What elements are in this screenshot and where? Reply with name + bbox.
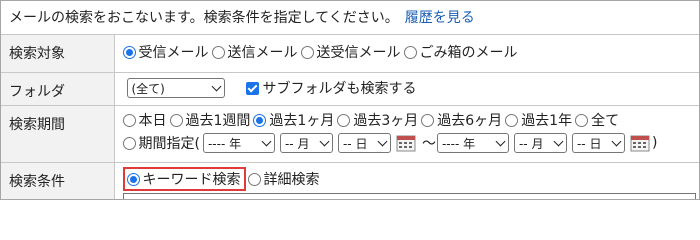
chevron-down-icon — [377, 136, 388, 146]
radio-condition-keyword[interactable]: キーワード検索 — [126, 169, 241, 189]
label-search-condition: 検索条件 — [1, 162, 115, 199]
radio-indicator — [122, 136, 136, 150]
radio-period-1week[interactable]: 過去1週間 — [169, 110, 250, 130]
radio-condition-detailed[interactable]: 詳細検索 — [247, 169, 320, 189]
radio-indicator — [575, 113, 589, 127]
keyword-search-highlight: キーワード検索 — [122, 167, 246, 191]
row-folder: フォルダ (全て) サブフォルダも検索する — [1, 72, 699, 106]
radio-period-6months[interactable]: 過去6ヶ月 — [421, 110, 502, 130]
radio-target-both[interactable]: 送受信メール — [300, 42, 401, 62]
radio-indicator — [403, 45, 417, 59]
folder-select[interactable]: (全て) — [126, 78, 225, 98]
from-month-select[interactable]: -- 月 — [279, 133, 333, 153]
radio-indicator — [211, 45, 225, 59]
label-search-target: 検索対象 — [1, 34, 115, 73]
history-link[interactable]: 履歴を見る — [405, 10, 475, 26]
radio-period-3months[interactable]: 過去3ヶ月 — [337, 110, 418, 130]
keyword-input[interactable] — [123, 193, 696, 199]
mail-search-panel: メールの検索をおこないます。検索条件を指定してください。 履歴を見る 検索対象 受… — [0, 0, 700, 200]
from-year-select[interactable]: ---- 年 — [202, 133, 275, 153]
chevron-down-icon — [553, 136, 564, 146]
from-day-select[interactable]: -- 日 — [337, 133, 391, 153]
radio-indicator — [122, 113, 136, 127]
radio-period-today[interactable]: 本日 — [122, 110, 167, 130]
radio-period-all[interactable]: 全て — [575, 110, 619, 130]
radio-indicator — [126, 172, 140, 186]
radio-indicator — [300, 45, 314, 59]
label-search-period: 検索期間 — [1, 105, 115, 163]
to-year-select[interactable]: ---- 年 — [436, 133, 509, 153]
intro-line: メールの検索をおこないます。検索条件を指定してください。 履歴を見る — [9, 8, 475, 28]
chevron-down-icon — [611, 136, 622, 146]
radio-indicator — [337, 113, 351, 127]
range-tilde: 〜 — [421, 136, 436, 152]
radio-period-1month[interactable]: 過去1ヶ月 — [253, 110, 334, 130]
radio-target-sent[interactable]: 送信メール — [211, 42, 298, 62]
subfolder-checkbox[interactable]: サブフォルダも検索する — [245, 78, 417, 98]
to-day-select[interactable]: -- 日 — [571, 133, 625, 153]
row-search-target: 検索対象 受信メール 送信メール 送受信メール ごみ箱のメール — [1, 34, 699, 73]
radio-period-1year[interactable]: 過去1年 — [505, 110, 572, 130]
radio-indicator — [505, 113, 519, 127]
close-paren: ) — [651, 135, 658, 151]
label-folder: フォルダ — [1, 72, 115, 106]
intro-text: メールの検索をおこないます。検索条件を指定してください。 — [9, 10, 399, 26]
calendar-icon[interactable] — [630, 134, 650, 152]
radio-indicator — [169, 113, 183, 127]
to-month-select[interactable]: -- 月 — [513, 133, 567, 153]
radio-indicator — [247, 172, 261, 186]
radio-indicator — [122, 45, 136, 59]
radio-target-trash[interactable]: ごみ箱のメール — [403, 42, 518, 62]
checkbox-indicator — [245, 81, 259, 95]
radio-indicator — [421, 113, 435, 127]
chevron-down-icon — [495, 136, 506, 146]
chevron-down-icon — [319, 136, 330, 146]
radio-indicator — [253, 113, 267, 127]
search-form-table: 検索対象 受信メール 送信メール 送受信メール ごみ箱のメール フォルダ (全て… — [1, 34, 699, 199]
chevron-down-icon — [211, 81, 221, 91]
radio-period-custom[interactable]: 期間指定( — [122, 133, 200, 153]
radio-target-inbox[interactable]: 受信メール — [122, 42, 209, 62]
chevron-down-icon — [261, 136, 272, 146]
calendar-icon[interactable] — [396, 134, 416, 152]
row-search-period: 検索期間 本日 過去1週間 過去1ヶ月 過去3ヶ月 過去6ヶ月 過去1年 全て … — [1, 105, 699, 163]
